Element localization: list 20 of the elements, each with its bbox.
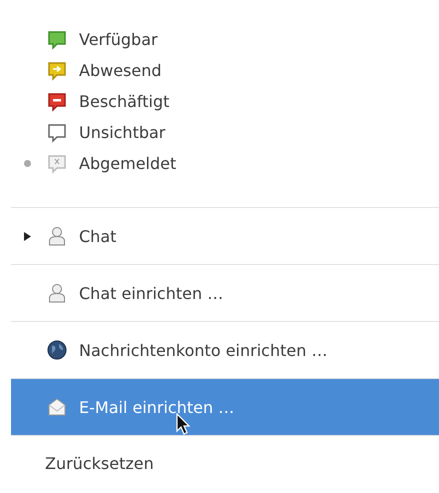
status-icon — [47, 30, 67, 50]
status-icon — [47, 122, 67, 142]
person-icon — [48, 226, 66, 246]
status-icon — [47, 154, 67, 174]
menu-item[interactable]: Nachrichtenkonto einrichten … — [79, 340, 328, 360]
status-option[interactable]: Verfügbar — [79, 30, 158, 49]
highlighted-menu-item[interactable]: E-Mail einrichten … — [11, 379, 439, 435]
menu-item[interactable]: Zurücksetzen — [45, 454, 154, 472]
status-option[interactable]: Abwesend — [79, 61, 162, 80]
mail-icon — [47, 397, 67, 417]
status-option[interactable]: Beschäftigt — [79, 92, 170, 111]
status-option[interactable]: Unsichtbar — [79, 123, 166, 142]
person-icon — [48, 283, 66, 303]
menu-item[interactable]: Chat — [79, 226, 116, 246]
globe-icon — [47, 340, 67, 360]
status-option[interactable]: Abgemeldet — [79, 154, 176, 173]
status-icon — [47, 60, 67, 80]
status-icon — [47, 92, 67, 112]
menu-item[interactable]: Chat einrichten … — [79, 284, 224, 302]
cursor-icon — [176, 413, 190, 435]
